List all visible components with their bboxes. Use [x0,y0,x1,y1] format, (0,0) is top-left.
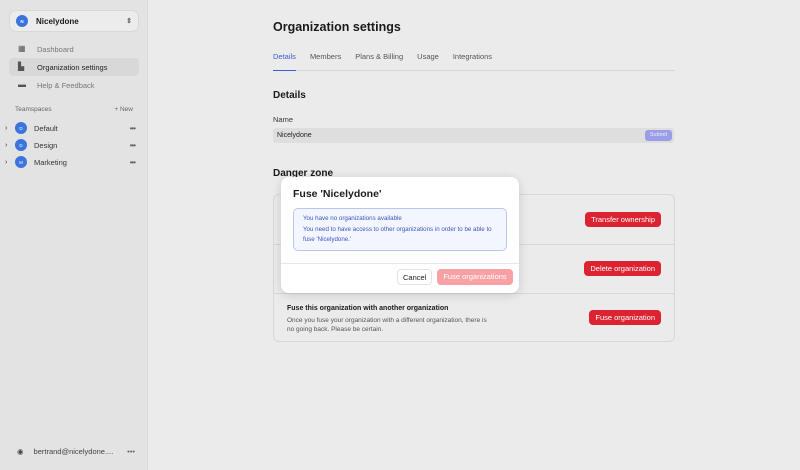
more-icon[interactable]: ••• [130,124,136,133]
tab-usage[interactable]: Usage [417,52,439,70]
sidebar: N Nicelydone ⇕ ▦ Dashboard ▙ Organization … [0,0,148,470]
tabs: Details Members Plans & Billing Usage In… [273,52,675,71]
grid-icon: ▦ [18,44,26,53]
cancel-button[interactable]: Cancel [397,269,433,285]
fuse-organizations-button[interactable]: Fuse organizations [437,269,513,285]
chat-icon: ▬ [18,80,26,89]
transfer-ownership-button[interactable]: Transfer ownership [585,212,661,227]
more-icon[interactable]: ••• [130,158,136,167]
nav-organization-settings[interactable]: ▙ Organization settings [9,58,139,76]
divider [281,263,519,264]
teamspace-item[interactable]: › M Marketing ••• [5,156,136,168]
details-heading: Details [273,90,306,101]
team-avatar: D [15,139,27,151]
submit-button[interactable]: Submit [644,130,672,141]
alert-title: You have no organizations available [303,215,402,222]
chevron-right-icon[interactable]: › [5,142,12,149]
chevron-updown-icon: ⇕ [126,18,132,25]
name-input[interactable]: Nicelydone Submit [273,128,674,143]
more-icon[interactable]: ••• [130,141,136,150]
user-email: bertrand@nicelydone.... [33,447,114,456]
team-avatar: M [15,156,27,168]
building-icon: ▙ [18,62,25,71]
info-alert: You have no organizations available You … [293,208,507,251]
nav-help-feedback[interactable]: ▬ Help & Feedback [9,76,139,94]
divider [274,293,674,294]
fuse-dialog: Fuse 'Nicelydone' You have no organizati… [281,177,519,293]
chevron-right-icon[interactable]: › [5,125,12,132]
nav-label: Dashboard [37,44,74,54]
name-label: Name [273,115,294,124]
team-avatar: D [15,122,27,134]
tab-members[interactable]: Members [310,52,341,70]
teamspace-item[interactable]: › D Design ••• [5,139,136,151]
team-name: Marketing [34,157,67,167]
team-name: Default [34,123,58,133]
team-name: Design [34,140,58,150]
org-switcher[interactable]: N Nicelydone ⇕ [9,10,139,32]
delete-organization-button[interactable]: Delete organization [584,261,661,276]
teamspaces-heading: Teamspaces [15,106,52,113]
fuse-organization-button[interactable]: Fuse organization [589,310,661,325]
tab-plans-billing[interactable]: Plans & Billing [355,52,403,70]
more-icon[interactable]: ••• [127,447,135,456]
tab-integrations[interactable]: Integrations [453,52,492,70]
fuse-description: Once you fuse your organization with a d… [287,317,487,333]
new-teamspace-button[interactable]: + New [114,106,133,113]
org-avatar: N [16,15,28,27]
page-title: Organization settings [273,20,401,34]
dialog-title: Fuse 'Nicelydone' [293,188,382,200]
alert-body: You need to have access to other organiz… [303,225,492,244]
new-label: New [119,106,133,113]
chevron-right-icon[interactable]: › [5,159,12,166]
nav-label: Organization settings [37,62,108,72]
user-menu[interactable]: ◉ bertrand@nicelydone.... ••• [17,447,135,456]
teamspace-item[interactable]: › D Default ••• [5,122,136,134]
user-icon: ◉ [17,447,24,456]
name-value: Nicelydone [277,132,312,139]
fuse-title: Fuse this organization with another orga… [287,305,449,312]
nav-dashboard[interactable]: ▦ Dashboard [9,40,139,58]
nav-label: Help & Feedback [37,80,95,90]
org-name: Nicelydone [36,16,79,26]
tab-details[interactable]: Details [273,52,296,71]
